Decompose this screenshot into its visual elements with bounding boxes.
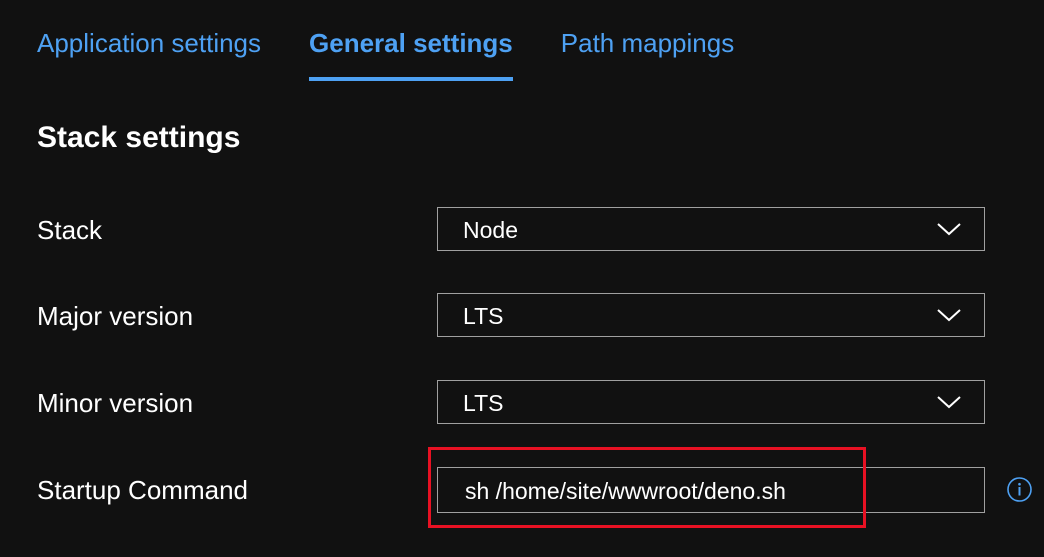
general-settings-page: Application settings General settings Pa… (0, 0, 1044, 557)
stack-dropdown-value: Node (463, 217, 518, 243)
stack-row: Stack Node (37, 207, 1027, 253)
minor-version-dropdown-value: LTS (463, 390, 504, 416)
major-version-dropdown[interactable]: LTS (437, 293, 985, 337)
tab-general-settings[interactable]: General settings (309, 18, 513, 82)
tab-application-settings[interactable]: Application settings (37, 18, 261, 82)
startup-command-label: Startup Command (37, 475, 248, 505)
chevron-down-icon (937, 223, 961, 236)
startup-command-input[interactable]: sh /home/site/wwwroot/deno.sh (437, 467, 985, 513)
info-icon[interactable] (1006, 476, 1033, 503)
minor-version-label: Minor version (37, 388, 194, 418)
major-version-row: Major version LTS (37, 293, 1027, 339)
major-version-label: Major version (37, 301, 194, 331)
chevron-down-icon (937, 396, 961, 409)
settings-tabs: Application settings General settings Pa… (37, 18, 782, 82)
major-version-dropdown-value: LTS (463, 303, 504, 329)
stack-label: Stack (37, 215, 103, 245)
tab-path-mappings[interactable]: Path mappings (561, 18, 734, 82)
minor-version-dropdown[interactable]: LTS (437, 380, 985, 424)
startup-command-row: Startup Command sh /home/site/wwwroot/de… (37, 467, 1027, 513)
minor-version-row: Minor version LTS (37, 380, 1027, 426)
stack-settings-heading: Stack settings (37, 121, 241, 154)
stack-dropdown[interactable]: Node (437, 207, 985, 251)
startup-command-input-value: sh /home/site/wwwroot/deno.sh (465, 478, 786, 504)
chevron-down-icon (937, 309, 961, 322)
